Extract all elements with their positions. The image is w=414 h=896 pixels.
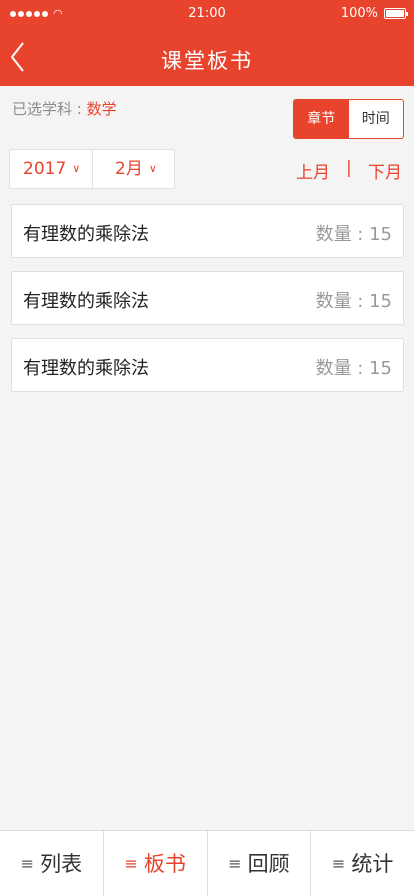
subject-label: 已选学科 : xyxy=(12,100,87,118)
lesson-name: 有理数的乘除法 xyxy=(23,358,149,379)
tab-time[interactable]: 时间 xyxy=(349,100,404,138)
page-title: 课堂板书 xyxy=(161,49,253,73)
tab-stats[interactable]: ≡ 统计 xyxy=(311,831,414,896)
month-nav-divider: | xyxy=(346,158,352,178)
battery-percent: 100% xyxy=(340,6,378,21)
month-value: 2月 xyxy=(115,159,143,179)
next-month-button[interactable]: 下月 xyxy=(368,158,402,183)
lesson-count: 数量 : 15 xyxy=(315,358,392,379)
date-picker: 2017 ∨ 2月 ∨ xyxy=(9,149,175,189)
chevron-down-icon: ∨ xyxy=(148,162,157,175)
tab-label: 板书 xyxy=(143,852,186,876)
menu-icon: ≡ xyxy=(228,854,242,873)
tab-review[interactable]: ≡ 回顾 xyxy=(208,831,312,896)
subject-value[interactable]: 数学 xyxy=(87,100,117,118)
bottom-tab-bar: ≡ 列表 ≡ 板书 ≡ 回顾 ≡ 统计 xyxy=(0,830,414,896)
tab-board[interactable]: ≡ 板书 xyxy=(104,831,208,896)
lesson-count: 数量 : 15 xyxy=(315,224,392,245)
selected-subject: 已选学科 : 数学 xyxy=(12,98,117,119)
tab-list[interactable]: ≡ 列表 xyxy=(0,831,104,896)
list-item[interactable]: 有理数的乘除法 数量 : 15 xyxy=(11,338,404,392)
tab-label: 列表 xyxy=(40,852,83,876)
year-value: 2017 xyxy=(23,159,67,179)
tab-chapter[interactable]: 章节 xyxy=(294,100,349,138)
lesson-name: 有理数的乘除法 xyxy=(23,291,149,312)
tab-label: 回顾 xyxy=(247,852,290,876)
menu-icon: ≡ xyxy=(20,854,35,873)
tab-label: 统计 xyxy=(351,852,394,876)
lesson-count: 数量 : 15 xyxy=(315,291,392,312)
menu-icon: ≡ xyxy=(331,854,346,873)
menu-icon: ≡ xyxy=(124,854,138,873)
year-select[interactable]: 2017 ∨ xyxy=(10,150,93,188)
month-select[interactable]: 2月 ∨ xyxy=(93,150,174,188)
list-item[interactable]: 有理数的乘除法 数量 : 15 xyxy=(11,204,404,258)
lesson-name: 有理数的乘除法 xyxy=(23,224,149,245)
list-item[interactable]: 有理数的乘除法 数量 : 15 xyxy=(11,271,404,325)
view-mode-toggle: 章节 时间 xyxy=(293,99,404,139)
battery-icon xyxy=(384,8,408,19)
prev-month-button[interactable]: 上月 xyxy=(296,158,330,183)
nav-bar: 课堂板书 xyxy=(0,28,414,86)
chevron-down-icon: ∨ xyxy=(72,162,81,175)
status-bar: ◠ 21:00 100% xyxy=(0,0,414,28)
